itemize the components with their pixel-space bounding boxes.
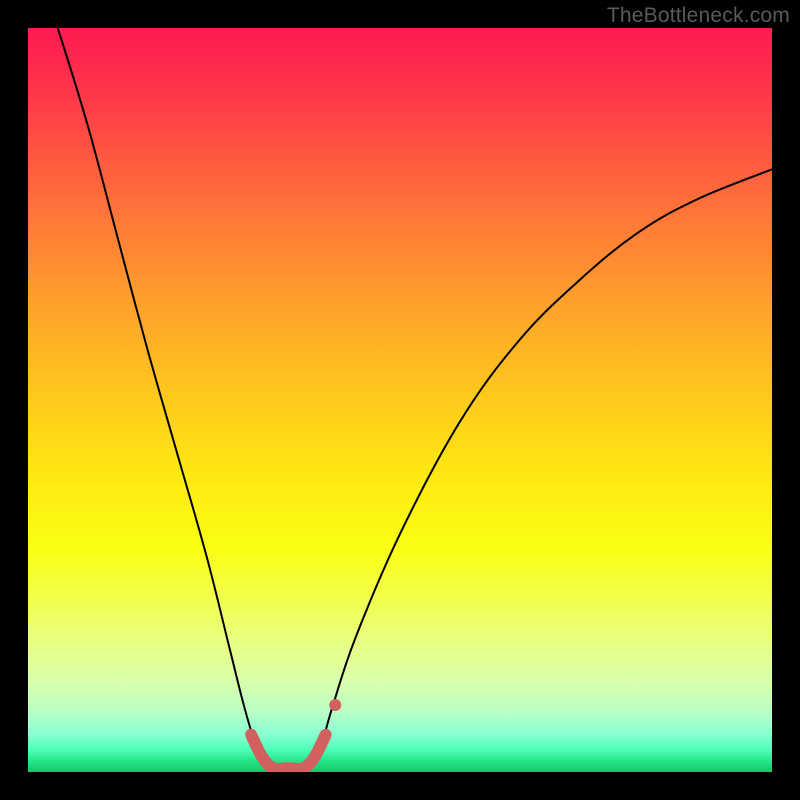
series-v-curve [58,28,772,772]
plot-area [28,28,772,772]
series-threshold-band [251,735,325,769]
chart-svg [28,28,772,772]
chart-frame: TheBottleneck.com [0,0,800,800]
watermark-text: TheBottleneck.com [607,4,790,28]
series-group [58,28,772,772]
marker-threshold-dot [329,699,341,711]
